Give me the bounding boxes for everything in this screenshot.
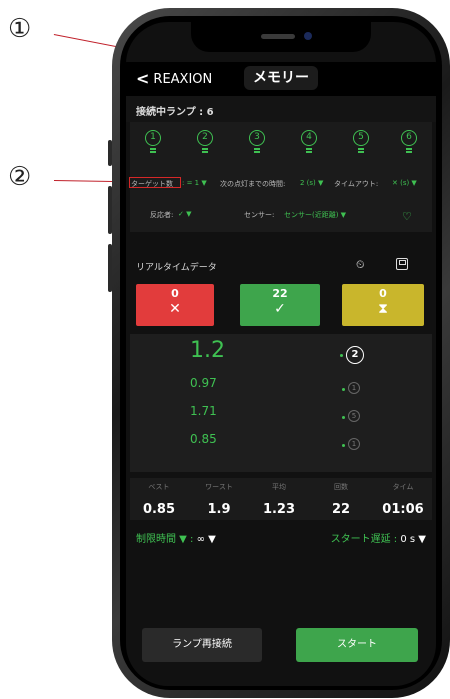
cross-icon: ✕ bbox=[169, 301, 181, 317]
speaker-grille bbox=[261, 34, 295, 39]
start-button[interactable]: スタート bbox=[296, 628, 418, 662]
reaction-time-item: 0.97 bbox=[190, 376, 217, 390]
sensor-label: センサー: bbox=[244, 211, 275, 219]
page-title: メモリー bbox=[244, 66, 318, 90]
target-count-dropdown[interactable]: : = 1 ▼ bbox=[182, 179, 207, 187]
timeout-dropdown[interactable]: ✕ (s) ▼ bbox=[392, 179, 417, 187]
front-camera bbox=[304, 32, 312, 40]
timeout-count-tile: 0 ⧗ bbox=[342, 284, 424, 326]
timeout-count: 0 bbox=[379, 287, 387, 300]
heart-icon[interactable]: ♡ bbox=[402, 210, 412, 223]
back-label: REAXION bbox=[153, 71, 213, 87]
time-limit-label: 制限時間 ▼ : bbox=[136, 534, 194, 545]
save-icon[interactable] bbox=[396, 258, 408, 270]
sensor-dropdown[interactable]: センサー(近距離) ▼ bbox=[284, 210, 346, 220]
lamp-4-icon[interactable]: 4 bbox=[301, 130, 317, 154]
reaction-time-item: 0.85 bbox=[190, 432, 217, 446]
miss-count: 0 bbox=[171, 287, 179, 300]
chevron-left-icon: < bbox=[136, 69, 150, 88]
mute-switch bbox=[108, 140, 112, 166]
stat-time: タイム 01:06 bbox=[382, 483, 424, 517]
timeout-label: タイムアウト: bbox=[334, 180, 379, 188]
reaction-times-list: 1.2 0.97 1.71 0.85 2 1 5 1 bbox=[130, 334, 432, 472]
notch bbox=[191, 22, 371, 52]
lamp-6-icon[interactable]: 6 bbox=[401, 130, 417, 154]
hourglass-icon: ⧗ bbox=[378, 301, 388, 317]
miss-count-tile: 0 ✕ bbox=[136, 284, 214, 326]
back-button[interactable]: < REAXION bbox=[136, 71, 212, 87]
connected-lamps-label: 接続中ランプ : 6 bbox=[136, 107, 214, 118]
next-light-dropdown[interactable]: 2 (s) ▼ bbox=[300, 179, 323, 187]
volume-down-button bbox=[108, 244, 112, 292]
callout-marker-2: ② bbox=[8, 162, 32, 192]
callout-marker-1: ① bbox=[8, 14, 32, 44]
latest-reaction-time: 1.2 bbox=[190, 338, 225, 363]
hit-count-tile: 22 ✓ bbox=[240, 284, 320, 326]
lamp-2-icon[interactable]: 2 bbox=[197, 130, 213, 154]
lamp-3-icon[interactable]: 3 bbox=[249, 130, 265, 154]
target-count-label: ターゲット数 bbox=[131, 180, 173, 188]
reconnect-lamps-button[interactable]: ランプ再接続 bbox=[142, 628, 262, 662]
start-delay-label: スタート遅延 : bbox=[330, 534, 398, 545]
stat-average: 平均 1.23 bbox=[262, 483, 296, 517]
reaction-time-item: 1.71 bbox=[190, 404, 217, 418]
lamp-5-icon[interactable]: 5 bbox=[353, 130, 369, 154]
start-delay-dropdown[interactable]: スタート遅延 : 0 s ▼ bbox=[331, 530, 426, 545]
stats-panel: ベスト 0.85 ワースト 1.9 平均 1.23 回数 22 タイム 01:06 bbox=[130, 478, 432, 520]
hit-count: 22 bbox=[272, 287, 288, 300]
volume-up-button bbox=[108, 186, 112, 234]
reactor-label: 反応者: bbox=[150, 211, 174, 219]
nav-bar: < REAXION メモリー bbox=[126, 62, 436, 96]
lamp-list: 1 2 3 4 5 6 bbox=[130, 130, 432, 160]
connection-row: 接続中ランプ : 6 bbox=[126, 96, 436, 122]
stat-worst: ワースト 1.9 bbox=[205, 483, 233, 517]
realtime-title: リアルタイムデータ bbox=[136, 263, 217, 273]
lamp-1-icon[interactable]: 1 bbox=[145, 130, 161, 154]
lamp-settings-panel: 1 2 3 4 5 6 ターゲット数 : = 1 ▼ 次の点灯までの時間: 2 … bbox=[129, 122, 432, 232]
stat-best: ベスト 0.85 bbox=[142, 483, 176, 517]
time-limit-value: ∞ ▼ bbox=[196, 534, 216, 545]
start-delay-value: 0 s ▼ bbox=[400, 534, 426, 545]
time-limit-dropdown[interactable]: 制限時間 ▼ : ∞ ▼ bbox=[136, 530, 216, 545]
realtime-header: リアルタイムデータ ⏲ bbox=[126, 236, 436, 280]
history-icon[interactable]: ⏲ bbox=[356, 258, 370, 272]
check-icon: ✓ bbox=[274, 301, 286, 317]
reactor-dropdown[interactable]: ✓ ▼ bbox=[178, 210, 191, 218]
app-screen: < REAXION メモリー 接続中ランプ : 6 1 2 3 4 5 6 ター… bbox=[126, 22, 436, 686]
stat-count: 回数 22 bbox=[331, 483, 351, 517]
next-light-label: 次の点灯までの時間: bbox=[220, 180, 286, 188]
